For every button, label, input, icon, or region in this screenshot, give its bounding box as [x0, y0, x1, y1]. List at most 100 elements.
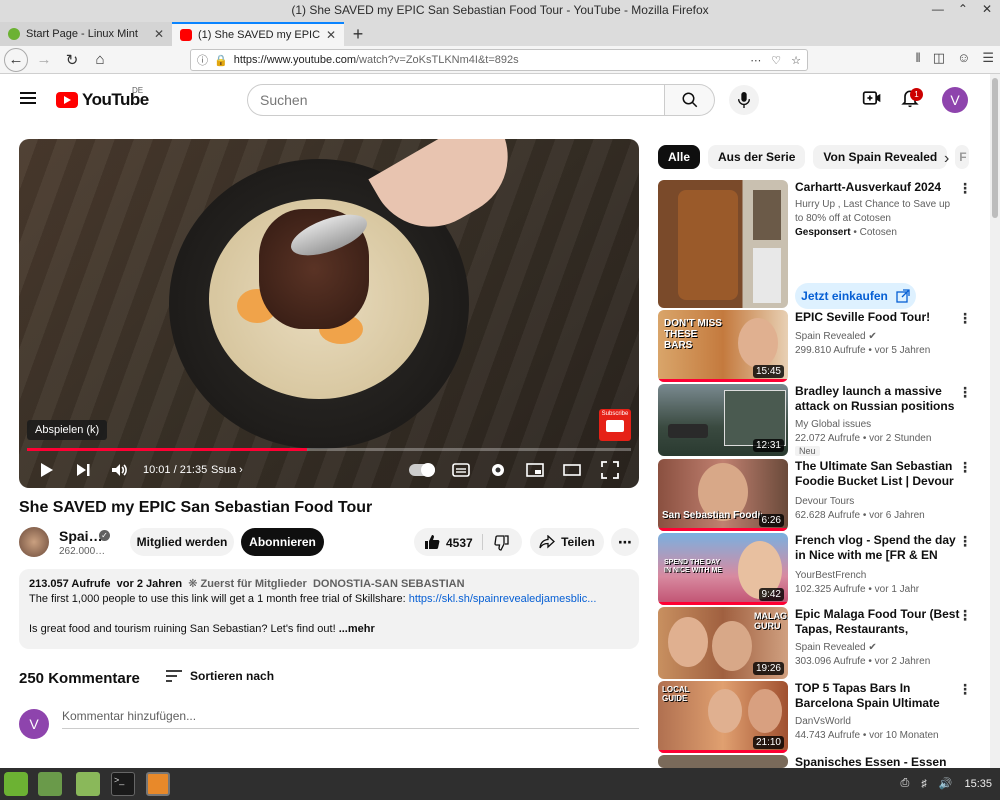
forward-button[interactable]: → — [32, 48, 56, 72]
pocket-icon[interactable]: ♡ — [771, 54, 781, 67]
sidebar-icon[interactable]: ◫ — [933, 50, 945, 66]
video-channel[interactable]: Devour Tours — [795, 495, 965, 509]
ad-cta-button[interactable]: Jetzt einkaufen — [795, 283, 916, 309]
video-channel[interactable]: Spain Revealed — [795, 331, 866, 342]
menu-icon[interactable]: ☰ — [982, 50, 994, 66]
video-thumbnail[interactable]: San Sebastian Foodie Bucket Lis 6:26 — [658, 459, 788, 531]
play-icon[interactable] — [37, 461, 55, 479]
account-icon[interactable]: ☺ — [957, 50, 970, 66]
firefox-taskbar-icon[interactable] — [146, 772, 170, 796]
ad-card[interactable]: Carhartt-Ausverkauf 2024 ⋮ Hurry Up , La… — [658, 180, 988, 310]
chapter-title[interactable]: Ssua › — [211, 464, 243, 476]
theater-mode-icon[interactable] — [563, 461, 581, 479]
video-thumbnail[interactable]: LOCAL GUIDE 21:10 — [658, 681, 788, 753]
video-more-icon[interactable]: ⋮ — [958, 310, 972, 327]
more-actions-button[interactable]: ⋯ — [611, 528, 639, 556]
url-bar[interactable]: ⓘ 🔒 https://www.youtube.com/watch?v=ZoKs… — [190, 49, 808, 71]
video-thumbnail[interactable]: DON'T MISS THESE BARS 15:45 — [658, 310, 788, 382]
search-input[interactable]: Suchen — [247, 84, 665, 116]
video-more-icon[interactable]: ⋮ — [958, 681, 972, 698]
related-video-title[interactable]: The Ultimate San Sebastian Foodie Bucket… — [795, 459, 960, 489]
share-button[interactable]: Teilen — [530, 528, 604, 556]
clock[interactable]: 15:35 — [964, 778, 992, 790]
ad-thumbnail[interactable] — [658, 180, 788, 308]
comment-input[interactable]: Kommentar hinzufügen... — [62, 709, 639, 729]
page-actions-icon[interactable]: ⋯ — [750, 54, 761, 67]
location-tag[interactable]: DONOSTIA-SAN SEBASTIAN — [313, 578, 465, 590]
video-thumbnail[interactable]: SPEND THE DAY IN NICE WITH ME 9:42 — [658, 533, 788, 605]
join-button[interactable]: Mitglied werden — [130, 528, 234, 556]
library-icon[interactable]: ‖ — [915, 50, 920, 66]
sort-comments-button[interactable]: Sortieren nach — [166, 669, 274, 683]
progress-bar[interactable] — [27, 448, 631, 451]
related-video-title[interactable]: French vlog - Spend the day in Nice with… — [795, 533, 960, 563]
close-tab-icon[interactable]: ✕ — [154, 27, 164, 41]
voice-search-button[interactable] — [729, 85, 759, 115]
hamburger-menu-icon[interactable] — [20, 92, 36, 104]
lock-icon[interactable]: 🔒 — [214, 54, 228, 67]
page-scrollbar[interactable] — [990, 74, 1000, 768]
file-manager-icon[interactable] — [76, 772, 100, 796]
video-thumbnail[interactable]: 12:31 — [658, 384, 788, 456]
back-button[interactable]: ← — [4, 47, 28, 72]
channel-name[interactable]: Spai… — [59, 528, 103, 544]
skillshare-link[interactable]: https://skl.sh/spainrevealedjamesblic... — [409, 593, 597, 605]
related-video-card[interactable]: San Sebastian Foodie Bucket Lis 6:26 The… — [658, 459, 988, 533]
home-button[interactable]: ⌂ — [88, 48, 112, 72]
video-channel[interactable]: DanVsWorld — [795, 715, 965, 729]
subscribe-button[interactable]: Abonnieren — [241, 528, 324, 556]
chip-all[interactable]: Alle — [658, 145, 701, 169]
settings-gear-icon[interactable] — [489, 461, 507, 479]
video-more-icon[interactable]: ⋮ — [958, 384, 972, 401]
video-player[interactable]: Subscribe Abspielen (k) 10:01 / 21:35 Ss… — [19, 139, 639, 488]
reload-button[interactable]: ↻ — [60, 48, 84, 72]
related-video-card[interactable]: MALAGA GURU 19:26 Epic Malaga Food Tour … — [658, 607, 988, 681]
account-avatar[interactable]: V — [942, 87, 968, 113]
show-more-button[interactable]: ...mehr — [339, 623, 375, 635]
bookmark-star-icon[interactable]: ☆ — [791, 54, 801, 67]
volume-tray-icon[interactable]: 🔊 — [939, 777, 953, 790]
printer-icon[interactable]: ⎙ — [900, 777, 909, 790]
like-count[interactable]: 4537 — [446, 536, 473, 550]
video-thumbnail[interactable]: MALAGA GURU 19:26 — [658, 607, 788, 679]
video-channel[interactable]: YourBestFrench — [795, 569, 965, 583]
video-channel[interactable]: Spain Revealed — [795, 642, 866, 653]
volume-icon[interactable] — [110, 461, 128, 479]
related-video-card[interactable]: SPEND THE DAY IN NICE WITH ME 9:42 Frenc… — [658, 533, 988, 607]
chip-next-chevron-icon[interactable]: › — [944, 150, 949, 168]
mint-menu-icon[interactable] — [4, 772, 28, 796]
network-icon[interactable]: ♯ — [921, 778, 927, 790]
search-button[interactable] — [665, 84, 715, 116]
chip-more[interactable]: F — [955, 145, 970, 169]
terminal-icon[interactable]: >_ — [111, 772, 135, 796]
minimize-icon[interactable]: — — [932, 2, 944, 16]
next-video-icon[interactable] — [74, 461, 92, 479]
related-video-card[interactable]: Spanisches Essen - Essen — [658, 755, 988, 768]
tab-youtube[interactable]: (1) She SAVED my EPIC San Sebastian Food… — [172, 22, 344, 46]
fullscreen-icon[interactable] — [601, 461, 619, 479]
description-box[interactable]: 213.057 Aufrufe vor 2 Jahren ❋ Zuerst fü… — [19, 569, 639, 649]
scrollbar-thumb[interactable] — [992, 78, 998, 218]
video-more-icon[interactable]: ⋮ — [958, 459, 972, 476]
related-video-title[interactable]: Epic Malaga Food Tour (Best Tapas, Resta… — [795, 607, 960, 637]
close-tab-icon[interactable]: ✕ — [326, 28, 336, 42]
ad-title[interactable]: Carhartt-Ausverkauf 2024 — [795, 180, 941, 194]
miniplayer-icon[interactable] — [526, 461, 544, 479]
chip-from-channel[interactable]: Von Spain Revealed — [813, 145, 948, 169]
subtitles-icon[interactable] — [452, 461, 470, 479]
show-desktop-icon[interactable] — [38, 772, 62, 796]
new-tab-button[interactable]: + — [344, 22, 372, 46]
related-video-title[interactable]: EPIC Seville Food Tour! — [795, 310, 960, 325]
video-thumbnail[interactable] — [658, 755, 788, 768]
video-more-icon[interactable]: ⋮ — [958, 607, 972, 624]
video-more-icon[interactable]: ⋮ — [958, 533, 972, 550]
channel-avatar[interactable] — [19, 527, 49, 557]
create-video-icon[interactable] — [862, 88, 882, 108]
dislike-thumb-icon[interactable] — [493, 535, 509, 551]
related-video-card[interactable]: DON'T MISS THESE BARS 15:45 EPIC Seville… — [658, 310, 988, 384]
related-video-card[interactable]: 12:31 Bradley launch a massive attack on… — [658, 384, 988, 458]
related-video-title[interactable]: Spanisches Essen - Essen — [795, 755, 960, 768]
related-video-title[interactable]: Bradley launch a massive attack on Russi… — [795, 384, 960, 414]
subscribe-watermark[interactable]: Subscribe — [599, 409, 631, 441]
ad-more-icon[interactable]: ⋮ — [958, 180, 972, 197]
